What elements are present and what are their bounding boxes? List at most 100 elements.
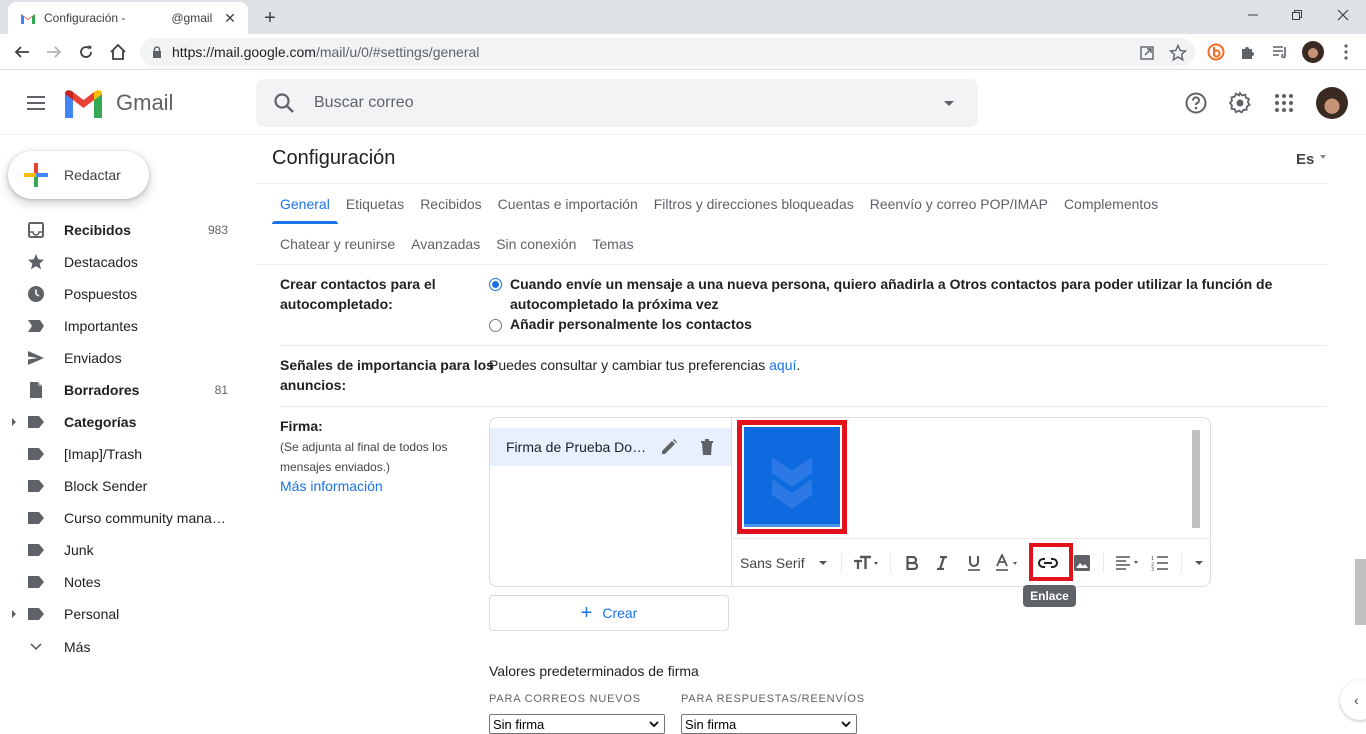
more-info-link[interactable]: Más información — [280, 476, 383, 496]
font-size-button[interactable] — [848, 549, 884, 577]
create-signature-button[interactable]: + Crear — [489, 595, 729, 631]
tab-recibidos[interactable]: Recibidos — [412, 184, 489, 224]
align-button[interactable] — [1110, 549, 1146, 577]
star-bookmark-icon[interactable] — [1169, 44, 1187, 62]
honey-extension-icon[interactable] — [1206, 42, 1226, 62]
tab-complementos[interactable]: Complementos — [1056, 184, 1166, 224]
sidebar-item-notes[interactable]: Notes — [0, 566, 248, 598]
edit-pencil-icon[interactable] — [660, 438, 678, 456]
reading-list-icon[interactable] — [1270, 42, 1290, 62]
language-selector[interactable]: Es — [1296, 151, 1327, 168]
tab-etiquetas[interactable]: Etiquetas — [338, 184, 412, 224]
sidebar-item-recibidos[interactable]: Recibidos 983 — [0, 214, 248, 246]
apps-grid-icon[interactable] — [1272, 91, 1296, 115]
close-window-button[interactable] — [1320, 0, 1366, 30]
restore-button[interactable] — [1274, 0, 1320, 30]
sidebar-item-mas[interactable]: Más — [0, 630, 248, 664]
label-line: autocompletado la próxima vez — [510, 296, 719, 312]
sidebar-item-personal[interactable]: Personal — [0, 598, 248, 630]
search-input[interactable]: Buscar correo — [314, 94, 940, 112]
radio-auto-add-label[interactable]: Cuando envíe un mensaje a una nueva pers… — [510, 274, 1272, 314]
signature-editor[interactable] — [732, 418, 1210, 538]
page-scrollbar[interactable] — [1355, 559, 1366, 625]
text-color-icon — [995, 553, 1017, 571]
delete-trash-icon[interactable] — [698, 438, 716, 456]
home-button[interactable] — [106, 40, 130, 64]
back-button[interactable] — [10, 40, 34, 64]
italic-icon — [937, 555, 948, 570]
sidebar-item-label: Block Sender — [64, 478, 148, 494]
importance-link[interactable]: aquí — [769, 357, 796, 373]
signature-description: (Se adjunta al final de todos los mensaj… — [280, 437, 447, 477]
tab-chatear[interactable]: Chatear y reunirse — [272, 224, 403, 264]
bold-button[interactable] — [897, 549, 927, 577]
more-formatting-button[interactable] — [1188, 549, 1210, 577]
desc-line: mensajes enviados.) — [280, 460, 391, 474]
plus-icon: + — [580, 601, 593, 624]
extensions-puzzle-icon[interactable] — [1238, 42, 1258, 62]
editor-scrollbar[interactable] — [1192, 430, 1200, 528]
radio-auto-add-contacts[interactable] — [489, 278, 502, 291]
font-family-select[interactable]: Sans Serif — [740, 549, 835, 577]
reply-signature-select[interactable]: Sin firma — [681, 714, 857, 734]
minimize-button[interactable] — [1230, 0, 1276, 30]
main-menu-icon[interactable] — [24, 91, 48, 115]
unread-count: 983 — [207, 223, 228, 237]
browser-tab[interactable]: Configuración - @gmail ✕ — [8, 2, 248, 34]
sidebar-item-borradores[interactable]: Borradores 81 — [0, 374, 248, 406]
new-mail-signature-select[interactable]: Sin firma — [489, 714, 665, 734]
sidebar-item-label: Importantes — [64, 318, 138, 334]
forward-button[interactable] — [42, 40, 66, 64]
browser-menu-icon[interactable] — [1336, 42, 1356, 62]
label-line: Señales de importancia para los — [280, 357, 494, 373]
text-color-button[interactable] — [990, 549, 1026, 577]
tab-filtros[interactable]: Filtros y direcciones bloqueadas — [646, 184, 862, 224]
radio-manual-label[interactable]: Añadir personalmente los contactos — [510, 314, 752, 334]
tab-reenvio[interactable]: Reenvío y correo POP/IMAP — [862, 184, 1056, 224]
sidebar-item-pospuestos[interactable]: Pospuestos — [0, 278, 248, 310]
show-side-panel-button[interactable]: ‹ — [1340, 680, 1366, 720]
search-icon[interactable] — [272, 91, 296, 115]
search-options-icon[interactable] — [940, 94, 958, 112]
browser-profile-avatar[interactable] — [1302, 41, 1324, 63]
italic-button[interactable] — [926, 549, 958, 577]
settings-gear-icon[interactable] — [1228, 91, 1252, 115]
signature-image-highlight — [737, 420, 847, 534]
tab-temas[interactable]: Temas — [584, 224, 641, 264]
tab-avanzadas[interactable]: Avanzadas — [403, 224, 488, 264]
close-tab-icon[interactable]: ✕ — [222, 10, 238, 26]
gmail-logo-icon[interactable] — [65, 90, 102, 118]
sidebar-item-junk[interactable]: Junk — [0, 534, 248, 566]
sidebar-item-block-sender[interactable]: Block Sender — [0, 470, 248, 502]
reload-button[interactable] — [74, 40, 98, 64]
help-icon[interactable] — [1184, 91, 1208, 115]
importance-label: Señales de importancia para los anuncios… — [280, 355, 494, 395]
language-code: Es — [1296, 151, 1315, 168]
expand-arrow-icon[interactable] — [11, 610, 17, 618]
signature-image[interactable] — [744, 427, 840, 527]
tab-sin-conexion[interactable]: Sin conexión — [488, 224, 584, 264]
tab-general[interactable]: General — [272, 184, 338, 224]
sidebar-item-enviados[interactable]: Enviados — [0, 342, 248, 374]
underline-button[interactable] — [958, 549, 990, 577]
search-bar[interactable]: Buscar correo — [256, 79, 978, 127]
divider — [256, 264, 1328, 265]
label-icon — [28, 448, 44, 460]
sidebar-item-imap-trash[interactable]: [Imap]/Trash — [0, 438, 248, 470]
radio-manual-contacts[interactable] — [489, 319, 502, 332]
expand-arrow-icon[interactable] — [11, 418, 17, 426]
sidebar-item-destacados[interactable]: Destacados — [0, 246, 248, 278]
numbered-list-button[interactable]: 123 — [1146, 549, 1176, 577]
sidebar-item-label: [Imap]/Trash — [64, 446, 143, 462]
compose-button[interactable]: Redactar — [8, 151, 149, 199]
draft-count: 81 — [214, 383, 228, 397]
sidebar-item-curso-community[interactable]: Curso community mana… — [0, 502, 248, 534]
open-in-app-icon[interactable] — [1139, 45, 1155, 61]
account-avatar[interactable] — [1316, 87, 1348, 119]
tab-cuentas[interactable]: Cuentas e importación — [490, 184, 646, 224]
signature-list-item[interactable]: Firma de Prueba Downloadsource — [490, 428, 731, 466]
address-bar[interactable]: https://mail.google.com/mail/u/0/#settin… — [140, 38, 1195, 66]
sidebar-item-importantes[interactable]: Importantes — [0, 310, 248, 342]
sidebar-item-categorias[interactable]: Categorías — [0, 406, 248, 438]
new-tab-button[interactable]: + — [258, 6, 282, 30]
